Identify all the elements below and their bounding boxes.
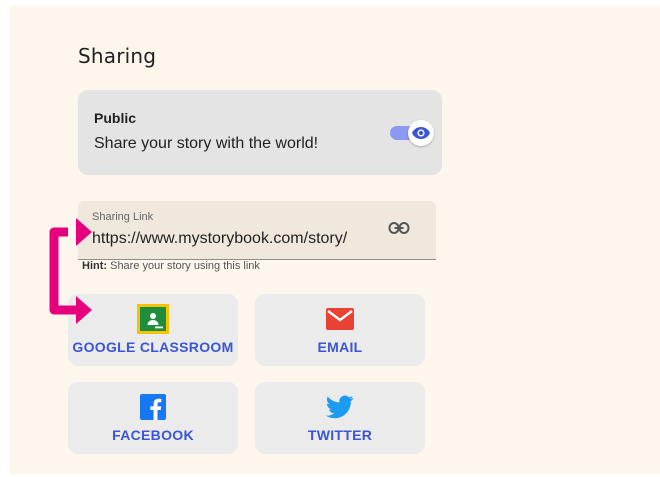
twitter-label: TWITTER [307, 427, 373, 443]
email-label: EMAIL [317, 339, 363, 355]
toggle-thumb [408, 120, 434, 146]
google-classroom-icon [137, 304, 169, 334]
email-button[interactable]: EMAIL [255, 294, 425, 366]
public-card: Public Share your story with the world! [78, 90, 442, 175]
facebook-icon [140, 394, 166, 420]
facebook-label: FACEBOOK [112, 427, 194, 443]
public-title: Public [94, 110, 137, 126]
twitter-icon [326, 395, 354, 419]
facebook-button[interactable]: FACEBOOK [68, 382, 238, 454]
hint-text: Share your story using this link [107, 260, 260, 272]
twitter-button[interactable]: TWITTER [255, 382, 425, 454]
annotation-arrow [49, 218, 92, 324]
eye-icon [412, 127, 430, 139]
copy-link-button[interactable] [388, 221, 410, 240]
public-description: Share your story with the world! [94, 135, 319, 152]
sharing-link-field[interactable]: Sharing Link https://www.mystorybook.com… [78, 201, 436, 260]
sharing-link-label: Sharing Link [92, 211, 154, 223]
sharing-link-hint: Hint: Share your story using this link [82, 260, 260, 272]
email-icon [326, 308, 354, 330]
google-classroom-label: GOOGLE CLASSROOM [72, 339, 234, 355]
sharing-link-input[interactable]: https://www.mystorybook.com/story/ [92, 230, 376, 248]
link-icon [388, 222, 410, 234]
section-title: Sharing [78, 44, 157, 68]
public-visibility-toggle[interactable] [388, 120, 434, 146]
